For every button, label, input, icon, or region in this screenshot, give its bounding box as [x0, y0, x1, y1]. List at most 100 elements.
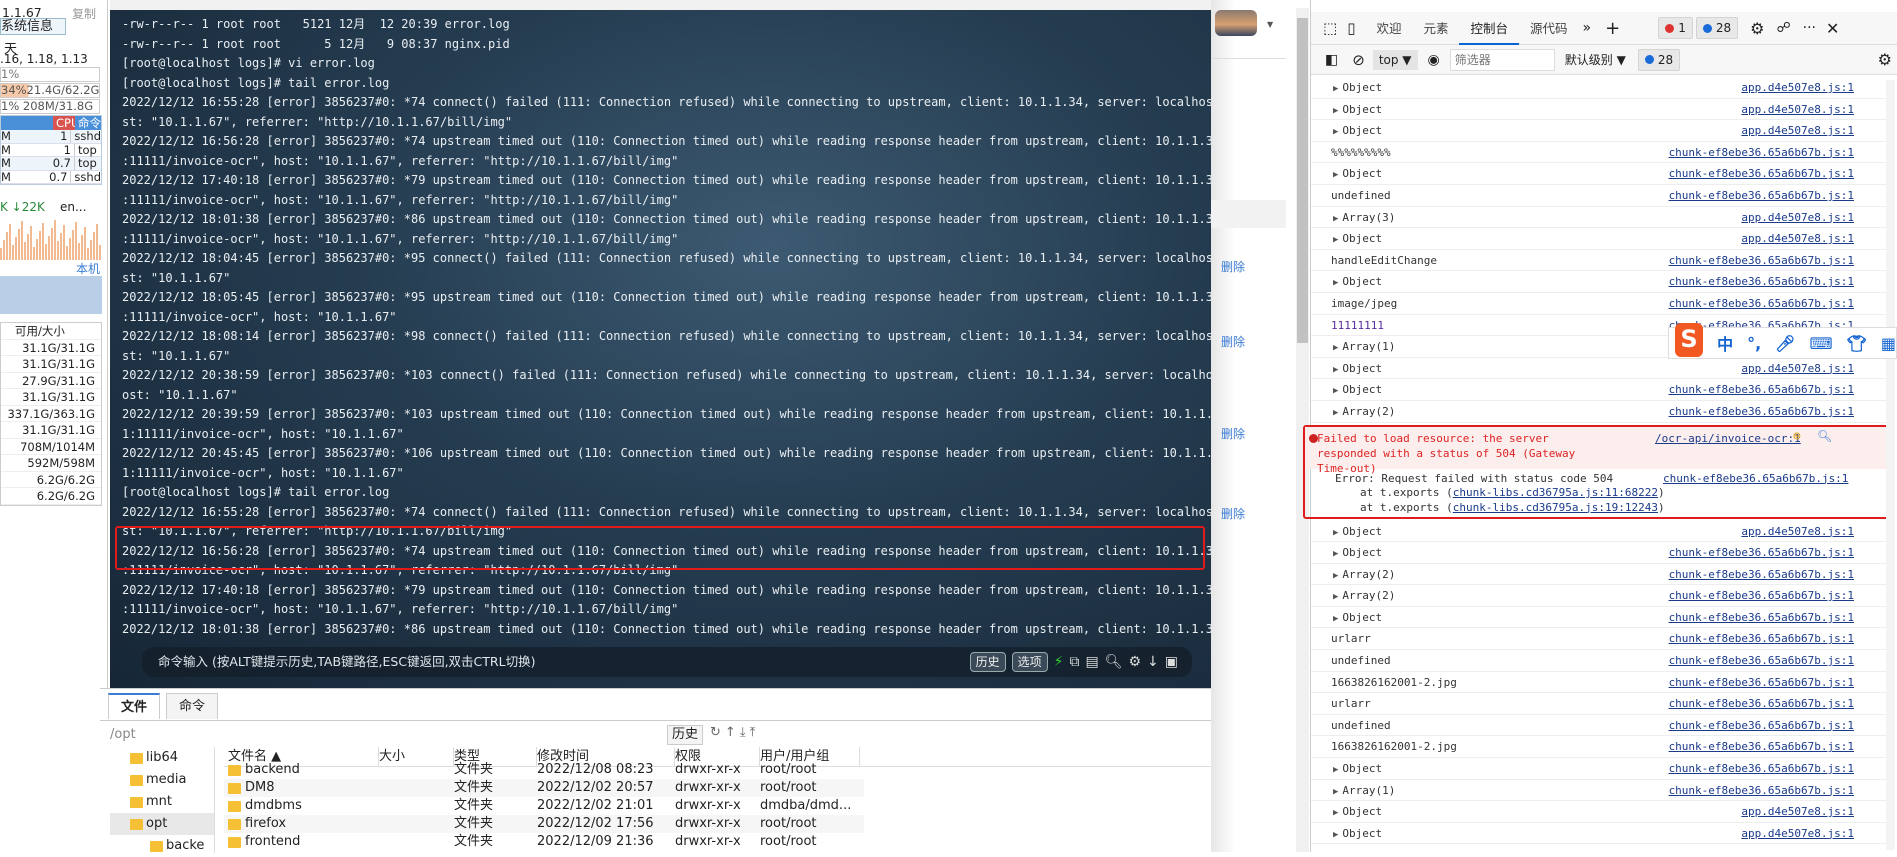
cpu-column-header[interactable]: CPU — [53, 116, 79, 130]
inspect-icon[interactable]: ⬚ — [1323, 19, 1337, 37]
console-row[interactable]: ▶ Object app.d4e507e8.js:1 — [1311, 228, 1886, 250]
console-source-link[interactable]: chunk-ef8ebe36.65a6b67b.js:1 — [1669, 379, 1854, 400]
console-source-link[interactable]: chunk-ef8ebe36.65a6b67b.js:1 — [1669, 163, 1854, 184]
console-row[interactable]: undefined chunk-ef8ebe36.65a6b67b.js:1 — [1311, 185, 1886, 207]
console-source-link[interactable]: chunk-ef8ebe36.65a6b67b.js:1 — [1669, 693, 1854, 714]
console-source-link[interactable]: app.d4e507e8.js:1 — [1741, 358, 1854, 379]
console-row[interactable]: urlarr chunk-ef8ebe36.65a6b67b.js:1 — [1311, 628, 1886, 651]
console-row[interactable]: 1663826162001-2.jpg chunk-ef8ebe36.65a6b6… — [1311, 672, 1886, 694]
console-source-link[interactable]: app.d4e507e8.js:1 — [1741, 801, 1854, 822]
tree-item[interactable]: media — [110, 769, 214, 791]
delete-link[interactable]: 删除 — [1221, 425, 1245, 442]
download-icon[interactable]: ↓ — [1147, 647, 1159, 677]
command-column-header[interactable]: 命令 — [75, 116, 101, 130]
console-source-link[interactable]: app.d4e507e8.js:1 — [1741, 207, 1854, 228]
console-source-link[interactable]: chunk-ef8ebe36.65a6b67b.js:1 — [1669, 142, 1854, 163]
console-row[interactable]: ▶ Object chunk-ef8ebe36.65a6b67b.js:1 — [1311, 379, 1886, 401]
expand-triangle-icon[interactable]: ▶ — [1333, 830, 1338, 840]
add-tab-icon[interactable]: + — [1605, 18, 1620, 39]
console-source-link[interactable]: chunk-ef8ebe36.65a6b67b.js:1 — [1669, 758, 1854, 779]
more-tabs-icon[interactable]: » — [1583, 20, 1592, 36]
tree-item[interactable]: backe — [110, 835, 214, 857]
console-row[interactable]: undefined chunk-ef8ebe36.65a6b67b.js:1 — [1311, 650, 1886, 672]
expand-triangle-icon[interactable]: ▶ — [1333, 765, 1338, 775]
expand-triangle-icon[interactable]: ▶ — [1333, 278, 1338, 288]
console-source-link[interactable]: app.d4e507e8.js:1 — [1741, 99, 1854, 120]
close-icon[interactable]: ✕ — [1826, 19, 1839, 38]
ime-punctuation-toggle[interactable]: °, — [1747, 334, 1761, 353]
console-row[interactable]: ▶ Array(2) chunk-ef8ebe36.65a6b67b.js:1 — [1311, 401, 1886, 423]
error-detail-source[interactable]: chunk-ef8ebe36.65a6b67b.js:1 — [1663, 472, 1848, 487]
path-input[interactable]: /opt — [110, 725, 670, 745]
console-row[interactable]: ▶ Object app.d4e507e8.js:1 — [1311, 120, 1886, 142]
expand-triangle-icon[interactable]: ▶ — [1333, 614, 1338, 624]
tab-system-info[interactable]: 系统信息 — [0, 18, 66, 35]
devtools-tab[interactable]: 源代码 — [1519, 12, 1579, 45]
expand-triangle-icon[interactable]: ▶ — [1333, 84, 1338, 94]
console-source-link[interactable]: chunk-ef8ebe36.65a6b67b.js:1 — [1669, 736, 1854, 757]
console-source-link[interactable]: app.d4e507e8.js:1 — [1741, 823, 1854, 844]
context-select[interactable]: top ▼ — [1372, 49, 1418, 70]
file-row[interactable]: DM8 文件夹 2022/12/02 20:57 drwxr-xr-x root/roo… — [224, 779, 864, 797]
up-icon[interactable]: ↑ — [725, 725, 740, 740]
clear-console-icon[interactable]: ⊘ — [1352, 51, 1365, 69]
tree-item[interactable]: opt — [110, 813, 214, 835]
stack-frame-link[interactable]: chunk-libs.cd36795a.js:11:68222 — [1453, 486, 1658, 499]
chevron-down-icon[interactable]: ▼ — [1267, 20, 1273, 29]
tab-files[interactable]: 文件 — [108, 693, 161, 719]
expand-triangle-icon[interactable]: ▶ — [1333, 549, 1338, 559]
expand-triangle-icon[interactable]: ▶ — [1333, 235, 1338, 245]
expand-triangle-icon[interactable]: ▶ — [1333, 408, 1338, 418]
file-row[interactable]: dmdbms 文件夹 2022/12/02 21:01 drwxr-xr-x dmdba… — [224, 797, 864, 815]
console-row[interactable]: ▶ Array(2) chunk-ef8ebe36.65a6b67b.js:1 — [1311, 564, 1886, 586]
options-button[interactable]: 选项 — [1011, 652, 1048, 672]
skin-icon[interactable]: 👕︎ — [1847, 334, 1867, 353]
message-count-badge[interactable]: 28 — [1695, 17, 1739, 39]
console-source-link[interactable]: chunk-ef8ebe36.65a6b67b.js:1 — [1669, 672, 1854, 693]
console-row[interactable]: undefined chunk-ef8ebe36.65a6b67b.js:1 — [1311, 715, 1886, 737]
console-row[interactable]: ▶ Object app.d4e507e8.js:1 — [1311, 521, 1886, 543]
file-row[interactable]: backend 文件夹 2022/12/08 08:23 drwxr-xr-x root… — [224, 761, 864, 779]
microphone-icon[interactable]: 🎤︎ — [1775, 334, 1795, 353]
search-icon[interactable]: 🔍︎ — [1105, 647, 1123, 677]
maximize-icon[interactable]: ▣ — [1165, 647, 1178, 677]
delete-link[interactable]: 删除 — [1221, 505, 1245, 522]
console-row[interactable]: ▶ Object app.d4e507e8.js:1 — [1311, 99, 1886, 121]
file-row[interactable]: firefox 文件夹 2022/12/02 17:56 drwxr-xr-x root… — [224, 815, 864, 833]
error-source-link[interactable]: /ocr-api/invoice-ocr:1 — [1655, 431, 1801, 446]
delete-link[interactable]: 删除 — [1221, 258, 1245, 275]
console-row[interactable]: ▶ Object chunk-ef8ebe36.65a6b67b.js:1 — [1311, 163, 1886, 185]
console-row[interactable]: handleEditChange chunk-ef8ebe36.65a6b67b.… — [1311, 250, 1886, 272]
keyboard-icon[interactable]: ⌨ — [1809, 334, 1832, 353]
console-row[interactable]: ▶ Object app.d4e507e8.js:1 — [1311, 77, 1886, 99]
paste-icon[interactable]: ▤ — [1085, 647, 1098, 677]
console-row[interactable]: ▶ Object app.d4e507e8.js:1 — [1311, 358, 1886, 380]
expand-triangle-icon[interactable]: ▶ — [1333, 592, 1338, 602]
stack-frame-link[interactable]: chunk-libs.cd36795a.js:19:12243 — [1453, 501, 1658, 514]
expand-triangle-icon[interactable]: ▶ — [1333, 106, 1338, 116]
expand-triangle-icon[interactable]: ▶ — [1333, 386, 1338, 396]
console-row[interactable]: 1663826162001-2.jpg chunk-ef8ebe36.65a6b6… — [1311, 736, 1886, 759]
console-row[interactable]: ▶ Object chunk-ef8ebe36.65a6b67b.js:1 — [1311, 607, 1886, 629]
eye-icon[interactable]: ◉ — [1428, 52, 1440, 68]
file-row[interactable]: frontend 文件夹 2022/12/09 21:36 drwxr-xr-x roo… — [224, 833, 864, 851]
file-list[interactable]: 文件名 ▲ 大小 类型 修改时间 权限 用户/用户组 backend 文件夹 2022/12/… — [224, 747, 1294, 851]
console-source-link[interactable]: chunk-ef8ebe36.65a6b67b.js:1 — [1669, 564, 1854, 585]
feedback-icon[interactable]: ☍ — [1776, 20, 1790, 36]
search-icon[interactable]: 🔍︎ — [1817, 429, 1832, 444]
console-row[interactable]: ▶ Array(2) chunk-ef8ebe36.65a6b67b.js:1 — [1311, 585, 1886, 607]
expand-triangle-icon[interactable]: ▶ — [1333, 127, 1338, 137]
console-source-link[interactable]: chunk-ef8ebe36.65a6b67b.js:1 — [1669, 185, 1854, 206]
stack-frame-link[interactable]: chunk-libs.cd36795a.js:56:6851 — [1499, 515, 1698, 517]
console-source-link[interactable]: chunk-ef8ebe36.65a6b67b.js:1 — [1669, 780, 1854, 801]
console-row[interactable]: ▶ Object app.d4e507e8.js:1 — [1311, 801, 1886, 823]
delete-link[interactable]: 删除 — [1221, 333, 1245, 350]
page-scrollbar-thumb[interactable] — [1297, 18, 1308, 343]
refresh-icon[interactable]: ↻ — [710, 725, 725, 740]
console-source-link[interactable]: chunk-ef8ebe36.65a6b67b.js:1 — [1669, 715, 1854, 736]
console-source-link[interactable]: chunk-ef8ebe36.65a6b67b.js:1 — [1669, 401, 1854, 422]
device-icon[interactable]: ▯ — [1347, 19, 1355, 37]
download-file-icon[interactable]: ⤓ — [740, 725, 750, 740]
process-row[interactable]: M 0.7 sshd — [1, 170, 101, 184]
console-source-link[interactable]: app.d4e507e8.js:1 — [1741, 120, 1854, 141]
